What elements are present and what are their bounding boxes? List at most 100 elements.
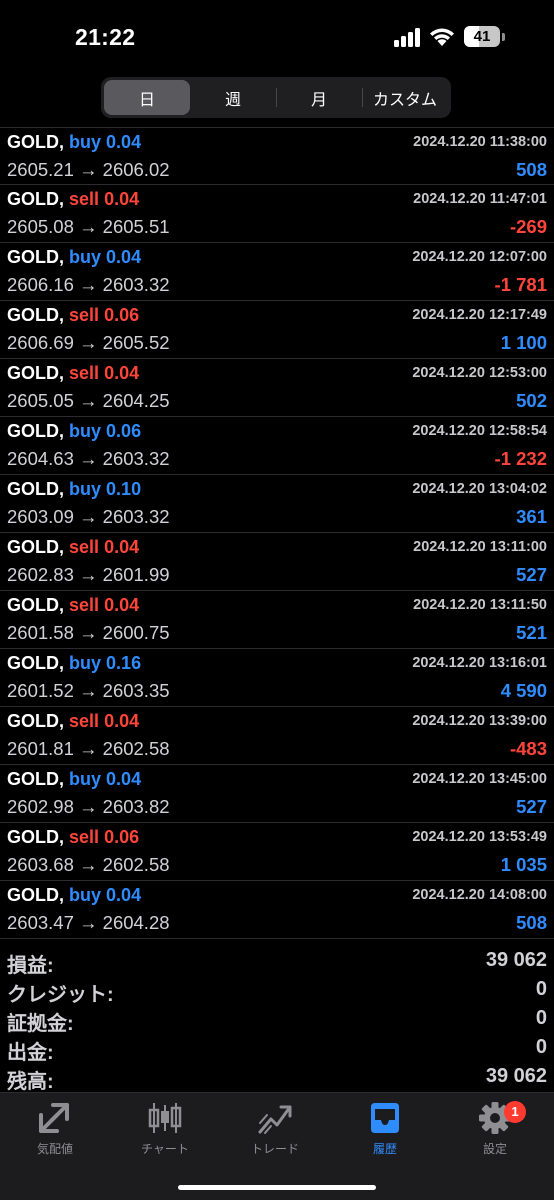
deal-time: 2024.12.20 12:07:00 — [412, 249, 547, 265]
tab-chart[interactable]: チャート — [110, 1101, 220, 1161]
deal-side: buy — [69, 421, 102, 441]
deal-profit: 361 — [516, 506, 547, 527]
deal-row[interactable]: GOLD, sell 0.04 2605.05 → 2604.25 2024.12.… — [0, 359, 554, 417]
deal-row[interactable]: GOLD, sell 0.04 2601.81 → 2602.58 2024.12.… — [0, 707, 554, 765]
deal-volume: 0.04 — [106, 885, 142, 905]
history-inbox-icon — [371, 1103, 399, 1133]
candlestick-chart-icon — [148, 1103, 182, 1133]
deal-profit: 4 590 — [500, 680, 547, 701]
tab-trade[interactable]: トレード — [220, 1101, 330, 1161]
deal-title: GOLD, buy 0.04 — [7, 769, 141, 790]
deal-volume: 0.04 — [106, 769, 142, 789]
deal-prices: 2602.83 → 2601.99 — [7, 564, 170, 585]
deal-prices: 2601.58 → 2600.75 — [7, 622, 170, 643]
deal-row[interactable]: GOLD, sell 0.06 2603.68 → 2602.58 2024.12.… — [0, 823, 554, 881]
deal-row[interactable]: GOLD, buy 0.16 2601.52 → 2603.35 2024.12.2… — [0, 649, 554, 707]
deal-profit: -269 — [509, 216, 547, 237]
deal-side: buy — [69, 653, 102, 673]
deal-volume: 0.06 — [104, 827, 140, 847]
summary-label: クレジット: — [7, 984, 114, 1006]
deal-symbol: GOLD, — [7, 247, 64, 267]
deal-profit: -1 781 — [494, 274, 547, 295]
deal-volume: 0.04 — [104, 363, 140, 383]
deal-volume: 0.04 — [106, 247, 142, 267]
period-tab-week[interactable]: 週 — [190, 80, 276, 115]
deal-symbol: GOLD, — [7, 769, 64, 789]
deal-symbol: GOLD, — [7, 537, 64, 557]
deal-time: 2024.12.20 13:45:00 — [412, 771, 547, 787]
deal-row[interactable]: GOLD, sell 0.04 2601.58 → 2600.75 2024.12.… — [0, 591, 554, 649]
period-tab-custom[interactable]: カスタム — [362, 80, 448, 115]
deal-title: GOLD, sell 0.04 — [7, 189, 139, 210]
deal-side: sell — [69, 363, 100, 383]
deal-row[interactable]: GOLD, buy 0.04 2603.47 → 2604.28 2024.12.2… — [0, 881, 554, 939]
deal-row[interactable]: GOLD, buy 0.04 2605.21 → 2606.02 2024.12.2… — [0, 127, 554, 185]
period-tab-month[interactable]: 月 — [276, 80, 362, 115]
deal-row[interactable]: GOLD, buy 0.04 2606.16 → 2603.32 2024.12.2… — [0, 243, 554, 301]
deal-side: sell — [69, 189, 100, 209]
summary-value: 0 — [535, 1007, 547, 1029]
tab-quotes[interactable]: 気配値 — [0, 1101, 110, 1161]
deal-symbol: GOLD, — [7, 421, 64, 441]
deal-title: GOLD, sell 0.06 — [7, 827, 139, 848]
deal-prices: 2602.98 → 2603.82 — [7, 796, 170, 817]
home-indicator — [178, 1185, 376, 1190]
deal-row[interactable]: GOLD, sell 0.04 2605.08 → 2605.51 2024.12.… — [0, 185, 554, 243]
deal-symbol: GOLD, — [7, 479, 64, 499]
deal-time: 2024.12.20 11:47:01 — [413, 191, 547, 207]
tab-settings-label: 設定 — [482, 1142, 507, 1156]
deal-symbol: GOLD, — [7, 132, 64, 152]
battery-percent: 41 — [473, 28, 491, 45]
deal-row[interactable]: GOLD, sell 0.04 2602.83 → 2601.99 2024.12.… — [0, 533, 554, 591]
deal-side: buy — [69, 479, 102, 499]
deal-side: buy — [69, 132, 102, 152]
battery-icon: 41 — [464, 26, 500, 47]
period-segmented-control: 日 週 月 カスタム — [101, 77, 451, 118]
deal-volume: 0.06 — [104, 305, 140, 325]
deal-title: GOLD, buy 0.06 — [7, 421, 141, 442]
summary-row: クレジット: 0 — [0, 976, 554, 1006]
deal-side: sell — [69, 537, 100, 557]
summary-label: 残高: — [7, 1071, 54, 1093]
deal-profit: -1 232 — [494, 448, 547, 469]
trade-trend-icon — [258, 1105, 292, 1134]
deal-side: buy — [69, 769, 102, 789]
deal-row[interactable]: GOLD, buy 0.10 2603.09 → 2603.32 2024.12.2… — [0, 475, 554, 533]
tab-settings[interactable]: 1 設定 — [440, 1101, 550, 1161]
summary-row: 証拠金: 0 — [0, 1005, 554, 1035]
deal-title: GOLD, buy 0.10 — [7, 479, 141, 500]
deal-side: sell — [69, 827, 100, 847]
summary-value: 39 062 — [485, 1065, 547, 1087]
deal-symbol: GOLD, — [7, 595, 64, 615]
deal-title: GOLD, buy 0.04 — [7, 132, 141, 153]
tab-chart-label: チャート — [141, 1142, 189, 1156]
deal-row[interactable]: GOLD, buy 0.06 2604.63 → 2603.32 2024.12.2… — [0, 417, 554, 475]
deal-prices: 2606.69 → 2605.52 — [7, 332, 170, 353]
deal-title: GOLD, buy 0.16 — [7, 653, 141, 674]
deal-side: sell — [69, 305, 100, 325]
deal-title: GOLD, buy 0.04 — [7, 247, 141, 268]
summary-value: 0 — [535, 1036, 547, 1058]
bottom-tab-bar: 気配値 チャート トレード 履歴 1 設定 — [0, 1092, 554, 1200]
deal-profit: -483 — [509, 738, 547, 759]
deal-row[interactable]: GOLD, buy 0.04 2602.98 → 2603.82 2024.12.2… — [0, 765, 554, 823]
period-tab-day[interactable]: 日 — [104, 80, 190, 115]
deal-title: GOLD, sell 0.04 — [7, 595, 139, 616]
deal-row[interactable]: GOLD, sell 0.06 2606.69 → 2605.52 2024.12.… — [0, 301, 554, 359]
deal-title: GOLD, sell 0.04 — [7, 363, 139, 384]
deal-volume: 0.04 — [104, 537, 140, 557]
deal-time: 2024.12.20 13:39:00 — [412, 713, 547, 729]
tab-history[interactable]: 履歴 — [330, 1101, 440, 1161]
deal-side: buy — [69, 885, 102, 905]
deal-prices: 2603.68 → 2602.58 — [7, 854, 170, 875]
tab-trade-label: トレード — [250, 1142, 299, 1156]
summary-value: 0 — [535, 978, 547, 1000]
settings-badge: 1 — [504, 1101, 526, 1123]
summary-label: 損益: — [7, 955, 54, 977]
deal-symbol: GOLD, — [7, 711, 64, 731]
deal-title: GOLD, sell 0.06 — [7, 305, 139, 326]
deal-symbol: GOLD, — [7, 827, 64, 847]
deal-volume: 0.04 — [104, 711, 140, 731]
deal-symbol: GOLD, — [7, 885, 64, 905]
deal-time: 2024.12.20 13:11:00 — [413, 539, 547, 555]
